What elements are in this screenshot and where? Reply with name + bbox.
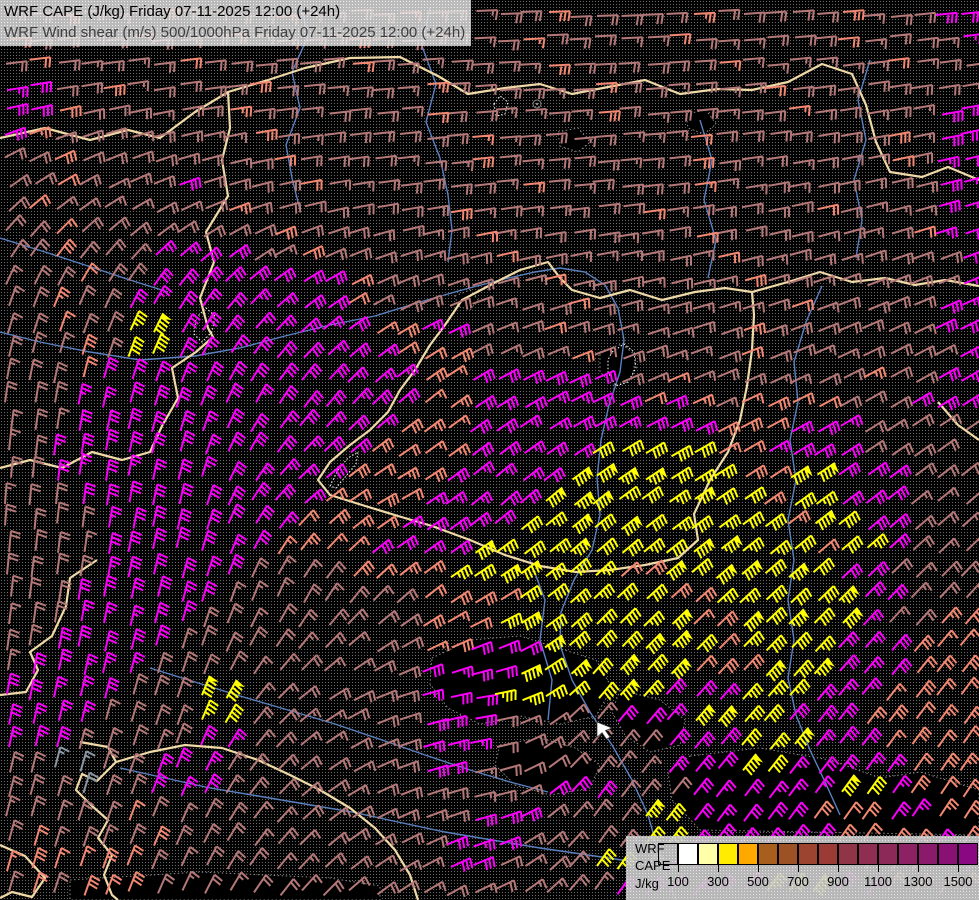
legend-tick-label: 100 — [667, 874, 689, 889]
legend-tick — [718, 865, 719, 872]
legend-box — [778, 843, 798, 865]
cape-title: WRF CAPE (J/kg) Friday 07-11-2025 12:00 … — [4, 3, 341, 20]
legend-box — [938, 843, 958, 865]
legend-tick — [878, 865, 879, 872]
cape-color-legend: WRF CAPE J/kg 100 300 500 700 900 1100 1300 150… — [626, 836, 979, 900]
legend-box — [918, 843, 938, 865]
legend-tick-label: 1300 — [903, 874, 933, 889]
legend-tick — [798, 865, 799, 872]
weather-map-stage: WRF CAPE (J/kg) Friday 07-11-2025 12:00 … — [0, 0, 979, 900]
legend-tick-label: 1100 — [864, 874, 892, 889]
legend-box — [758, 843, 778, 865]
legend-tick-label: 700 — [787, 874, 809, 889]
map-title-overlay: WRF CAPE (J/kg) Friday 07-11-2025 12:00 … — [0, 0, 472, 46]
legend-box — [958, 843, 978, 865]
legend-box — [898, 843, 918, 865]
legend-box — [858, 843, 878, 865]
cape-region-fills — [69, 109, 979, 900]
legend-tick — [918, 865, 919, 872]
legend-box — [718, 843, 738, 865]
legend-tick-label: 1500 — [943, 874, 973, 889]
legend-box — [698, 843, 718, 865]
legend-box — [738, 843, 758, 865]
wind-shear-barbs — [4, 8, 979, 898]
wind-shear-cape-map — [0, 1, 979, 900]
legend-box — [818, 843, 838, 865]
legend-tick — [678, 865, 679, 872]
wind-shear-title: WRF Wind shear (m/s) 500/1000hPa Friday … — [4, 24, 466, 41]
legend-tick-label: 500 — [747, 874, 769, 889]
legend-title-unit: J/kg — [635, 876, 659, 891]
legend-tick — [758, 865, 759, 872]
legend-box — [658, 843, 678, 865]
legend-tick — [958, 865, 959, 872]
legend-box — [678, 843, 698, 865]
legend-tick — [838, 865, 839, 872]
legend-box — [798, 843, 818, 865]
legend-tick-label: 300 — [707, 874, 729, 889]
legend-box — [878, 843, 898, 865]
legend-tick-label: 900 — [827, 874, 849, 889]
legend-box — [838, 843, 858, 865]
